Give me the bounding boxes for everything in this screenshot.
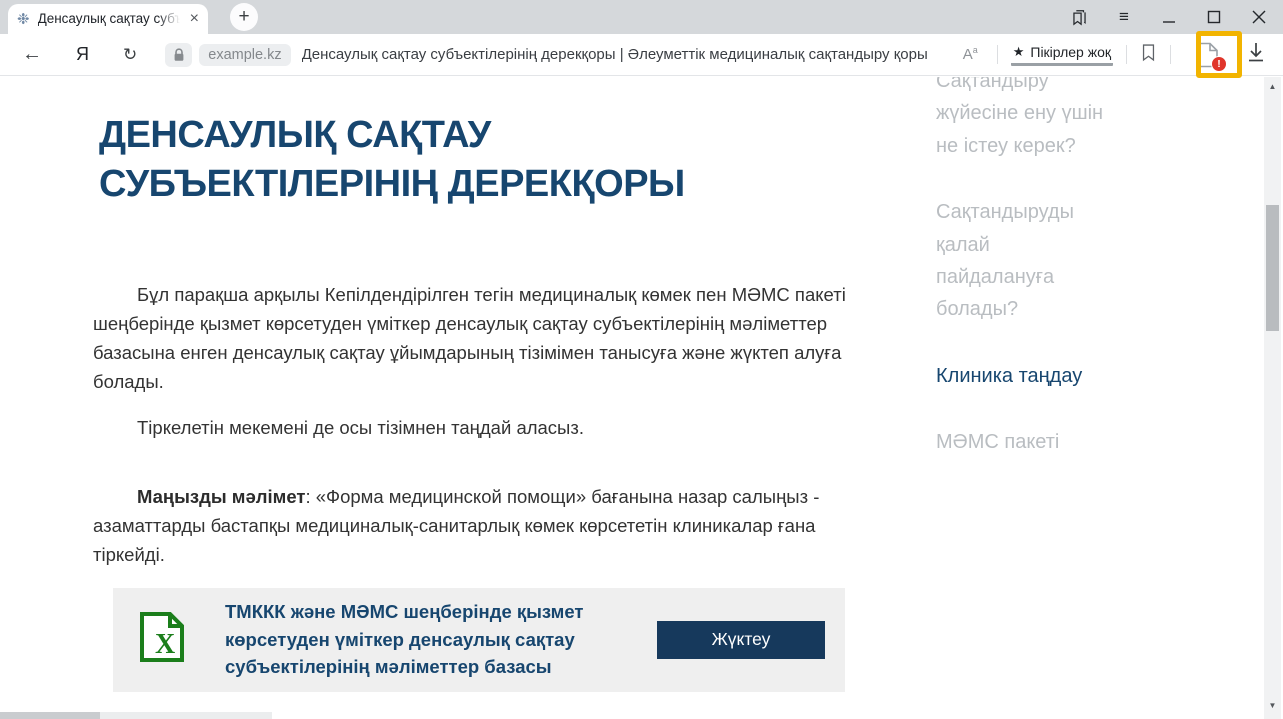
page-viewport: ДЕНСАУЛЫҚ САҚТАУ СУБЪЕКТІЛЕРІНІҢ ДЕРЕКҚО… bbox=[0, 77, 1283, 719]
tab-close-icon[interactable]: × bbox=[190, 11, 199, 27]
window-controls: ≡ bbox=[1069, 0, 1269, 34]
important-label: Маңызды мәлімет bbox=[137, 486, 305, 507]
toolbar-divider bbox=[997, 45, 998, 64]
scroll-down-icon[interactable]: ▼ bbox=[1264, 701, 1281, 710]
vertical-scrollbar[interactable]: ▲ ▼ bbox=[1264, 77, 1281, 719]
intro-paragraph: Бұл парақша арқылы Кепілдендірілген тегі… bbox=[93, 280, 855, 397]
menu-icon[interactable]: ≡ bbox=[1114, 7, 1134, 27]
tab-bar: ❉ Денсаулық сақтау субъ × + ≡ bbox=[0, 0, 1283, 34]
register-paragraph: Тіркелетін мекемені де осы тізімнен таңд… bbox=[93, 413, 855, 442]
translate-icon[interactable]: Aa bbox=[963, 45, 978, 64]
toolbar-right-group: Aa ★ Пікірлер жоқ ! bbox=[963, 42, 1269, 68]
svg-text:X: X bbox=[155, 629, 175, 660]
vertical-scrollbar-thumb[interactable] bbox=[1266, 205, 1279, 331]
site-favicon-icon: ❉ bbox=[17, 12, 30, 27]
minimize-icon[interactable] bbox=[1159, 7, 1179, 27]
yandex-logo-icon[interactable]: Я bbox=[76, 44, 89, 65]
scroll-up-icon[interactable]: ▲ bbox=[1264, 82, 1281, 91]
site-security-lock-icon[interactable] bbox=[165, 43, 192, 67]
main-content: ДЕНСАУЛЫҚ САҚТАУ СУБЪЕКТІЛЕРІНІҢ ДЕРЕКҚО… bbox=[93, 77, 855, 692]
toolbar-divider bbox=[1126, 45, 1127, 64]
browser-toolbar: ← Я ↻ example.kz Денсаулық сақтау субъек… bbox=[0, 34, 1283, 76]
horizontal-scrollbar-track bbox=[100, 712, 272, 719]
sidebar-item-clinic-select[interactable]: Клиника таңдау bbox=[936, 360, 1108, 392]
excel-file-icon: X bbox=[137, 611, 187, 668]
bookmarks-panel-icon[interactable] bbox=[1069, 7, 1089, 27]
address-domain[interactable]: example.kz bbox=[199, 44, 290, 66]
browser-tab[interactable]: ❉ Денсаулық сақтау субъ × bbox=[8, 4, 208, 34]
reload-button[interactable]: ↻ bbox=[123, 45, 137, 65]
maximize-icon[interactable] bbox=[1204, 7, 1224, 27]
important-paragraph: Маңызды мәлімет: «Форма медицинской помо… bbox=[93, 482, 855, 570]
reviews-label: Пікірлер жоқ bbox=[1030, 44, 1111, 60]
alert-badge: ! bbox=[1211, 56, 1227, 72]
star-icon: ★ bbox=[1013, 44, 1025, 60]
downloads-icon[interactable] bbox=[1247, 42, 1265, 67]
address-bar-page-title[interactable]: Денсаулық сақтау субъектілерінің дерекқо… bbox=[302, 46, 963, 63]
download-description: ТМККК және МӘМС шеңберінде қызмет көрсет… bbox=[225, 598, 597, 681]
back-button[interactable]: ← bbox=[22, 43, 42, 66]
page-info-alert-button[interactable]: ! bbox=[1196, 42, 1219, 68]
sidebar-item-mams-package[interactable]: МӘМС пакеті bbox=[936, 426, 1108, 458]
toolbar-divider bbox=[1170, 45, 1171, 64]
sidebar-item-insurance-use[interactable]: Сақтандыруды қалай пайдалануға болады? bbox=[936, 196, 1108, 326]
download-card: X ТМККК және МӘМС шеңберінде қызмет көрс… bbox=[113, 588, 845, 692]
bookmark-icon[interactable] bbox=[1140, 43, 1157, 67]
sidebar-item-insurance-enter[interactable]: Сақтандыру жүйесіне ену үшін не істеу ке… bbox=[936, 77, 1108, 162]
page-heading: ДЕНСАУЛЫҚ САҚТАУ СУБЪЕКТІЛЕРІНІҢ ДЕРЕКҚО… bbox=[99, 111, 809, 210]
close-window-icon[interactable] bbox=[1249, 7, 1269, 27]
sidebar-nav: Сақтандыру жүйесіне ену үшін не істеу ке… bbox=[936, 77, 1108, 493]
download-file-button[interactable]: Жүктеу bbox=[657, 621, 825, 659]
horizontal-scrollbar-thumb[interactable] bbox=[0, 712, 100, 719]
tab-title: Денсаулық сақтау субъ bbox=[38, 10, 180, 28]
reviews-button[interactable]: ★ Пікірлер жоқ bbox=[1011, 44, 1113, 66]
new-tab-button[interactable]: + bbox=[230, 3, 258, 31]
tab-title-fade bbox=[158, 10, 180, 28]
